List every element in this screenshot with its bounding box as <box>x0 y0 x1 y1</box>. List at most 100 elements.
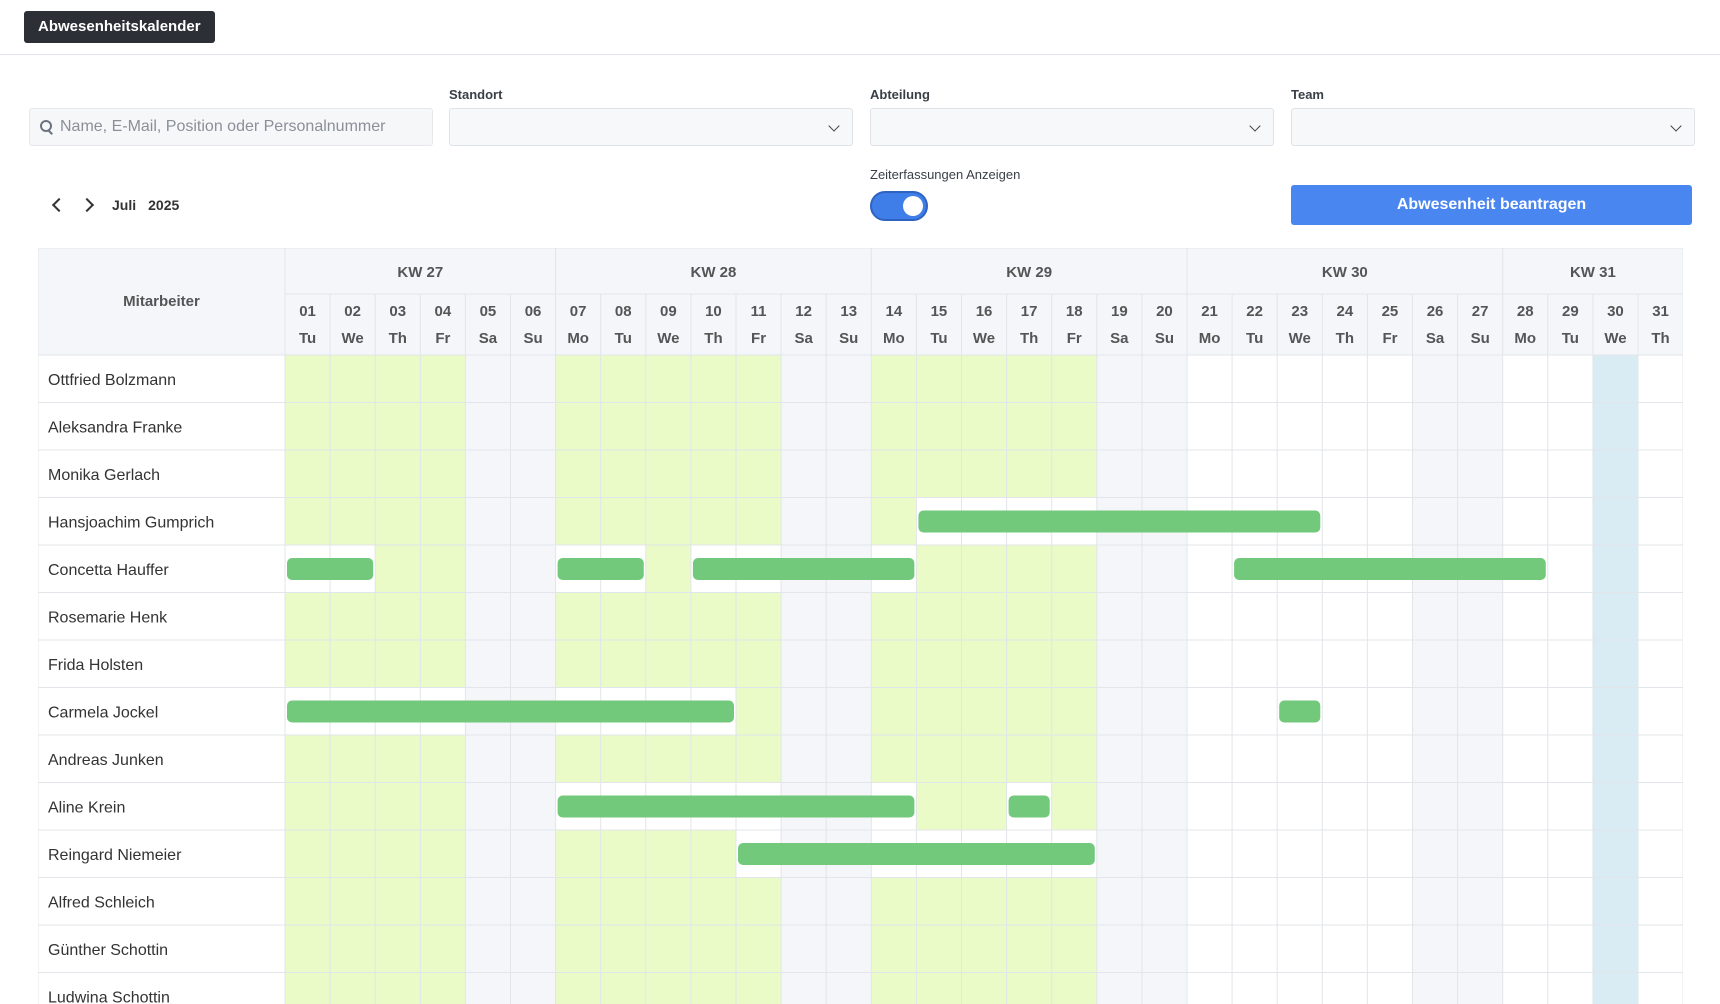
day-cell[interactable] <box>1638 402 1683 451</box>
day-cell[interactable] <box>1232 640 1278 688</box>
day-cell[interactable] <box>1412 877 1458 926</box>
day-cell[interactable] <box>1412 925 1458 973</box>
day-cell[interactable] <box>1592 402 1638 451</box>
day-cell[interactable] <box>1277 450 1323 498</box>
day-cell[interactable] <box>1638 592 1683 641</box>
absence-bar[interactable] <box>1234 558 1546 580</box>
day-cell[interactable] <box>1187 782 1233 831</box>
day-cell[interactable] <box>1141 450 1187 498</box>
day-cell[interactable] <box>1457 402 1503 451</box>
day-cell[interactable] <box>420 830 466 878</box>
day-cell[interactable] <box>1051 925 1097 973</box>
day-cell[interactable] <box>465 355 511 403</box>
day-cell[interactable] <box>645 877 691 926</box>
day-cell[interactable] <box>420 877 466 926</box>
day-cell[interactable] <box>871 735 917 783</box>
day-cell[interactable] <box>736 925 782 973</box>
day-cell[interactable] <box>555 497 601 546</box>
day-cell[interactable] <box>961 735 1007 783</box>
day-cell[interactable] <box>1096 735 1142 783</box>
day-cell[interactable] <box>1141 545 1187 593</box>
day-cell[interactable] <box>465 402 511 451</box>
day-cell[interactable] <box>826 972 872 1004</box>
day-cell[interactable] <box>1638 545 1683 593</box>
day-cell[interactable] <box>1051 735 1097 783</box>
day-cell[interactable] <box>1367 830 1413 878</box>
day-cell[interactable] <box>1006 545 1052 593</box>
day-cell[interactable] <box>690 450 736 498</box>
day-cell[interactable] <box>1457 450 1503 498</box>
day-cell[interactable] <box>1638 877 1683 926</box>
day-cell[interactable] <box>1412 402 1458 451</box>
day-cell[interactable] <box>1502 450 1548 498</box>
day-cell[interactable] <box>1502 830 1548 878</box>
day-cell[interactable] <box>1638 830 1683 878</box>
day-cell[interactable] <box>330 877 376 926</box>
day-cell[interactable] <box>1502 925 1548 973</box>
day-cell[interactable] <box>555 830 601 878</box>
day-cell[interactable] <box>1638 687 1683 736</box>
day-cell[interactable] <box>916 355 962 403</box>
day-cell[interactable] <box>1592 450 1638 498</box>
day-cell[interactable] <box>555 877 601 926</box>
day-cell[interactable] <box>1006 592 1052 641</box>
day-cell[interactable] <box>1367 735 1413 783</box>
day-cell[interactable] <box>1232 972 1278 1004</box>
day-cell[interactable] <box>1187 640 1233 688</box>
previous-month-button[interactable] <box>44 193 74 217</box>
day-cell[interactable] <box>871 592 917 641</box>
next-month-button[interactable] <box>74 193 104 217</box>
day-cell[interactable] <box>1232 402 1278 451</box>
day-cell[interactable] <box>555 925 601 973</box>
day-cell[interactable] <box>465 592 511 641</box>
day-cell[interactable] <box>1367 972 1413 1004</box>
day-cell[interactable] <box>1412 640 1458 688</box>
day-cell[interactable] <box>645 545 691 593</box>
day-cell[interactable] <box>736 355 782 403</box>
day-cell[interactable] <box>285 402 331 451</box>
day-cell[interactable] <box>1502 402 1548 451</box>
day-cell[interactable] <box>645 972 691 1004</box>
day-cell[interactable] <box>1187 925 1233 973</box>
day-cell[interactable] <box>510 497 556 546</box>
day-cell[interactable] <box>1457 355 1503 403</box>
day-cell[interactable] <box>510 450 556 498</box>
day-cell[interactable] <box>961 972 1007 1004</box>
day-cell[interactable] <box>690 640 736 688</box>
day-cell[interactable] <box>465 735 511 783</box>
day-cell[interactable] <box>1141 735 1187 783</box>
day-cell[interactable] <box>1096 877 1142 926</box>
day-cell[interactable] <box>510 830 556 878</box>
day-cell[interactable] <box>781 925 827 973</box>
day-cell[interactable] <box>645 450 691 498</box>
day-cell[interactable] <box>1232 877 1278 926</box>
day-cell[interactable] <box>375 782 421 831</box>
day-cell[interactable] <box>1141 972 1187 1004</box>
day-cell[interactable] <box>916 640 962 688</box>
day-cell[interactable] <box>916 450 962 498</box>
day-cell[interactable] <box>736 592 782 641</box>
day-cell[interactable] <box>826 592 872 641</box>
day-cell[interactable] <box>1006 687 1052 736</box>
day-cell[interactable] <box>1367 925 1413 973</box>
day-cell[interactable] <box>1051 782 1097 831</box>
employee-name[interactable]: Günther Schottin <box>48 942 168 959</box>
day-cell[interactable] <box>1592 545 1638 593</box>
day-cell[interactable] <box>871 355 917 403</box>
day-cell[interactable] <box>1277 830 1323 878</box>
day-cell[interactable] <box>1187 450 1233 498</box>
day-cell[interactable] <box>465 782 511 831</box>
day-cell[interactable] <box>1502 972 1548 1004</box>
day-cell[interactable] <box>1187 877 1233 926</box>
day-cell[interactable] <box>1547 402 1593 451</box>
day-cell[interactable] <box>330 830 376 878</box>
day-cell[interactable] <box>690 735 736 783</box>
day-cell[interactable] <box>871 640 917 688</box>
day-cell[interactable] <box>781 497 827 546</box>
day-cell[interactable] <box>285 640 331 688</box>
day-cell[interactable] <box>1412 355 1458 403</box>
day-cell[interactable] <box>1457 640 1503 688</box>
day-cell[interactable] <box>871 687 917 736</box>
employee-name[interactable]: Alfred Schleich <box>48 895 155 912</box>
day-cell[interactable] <box>465 640 511 688</box>
